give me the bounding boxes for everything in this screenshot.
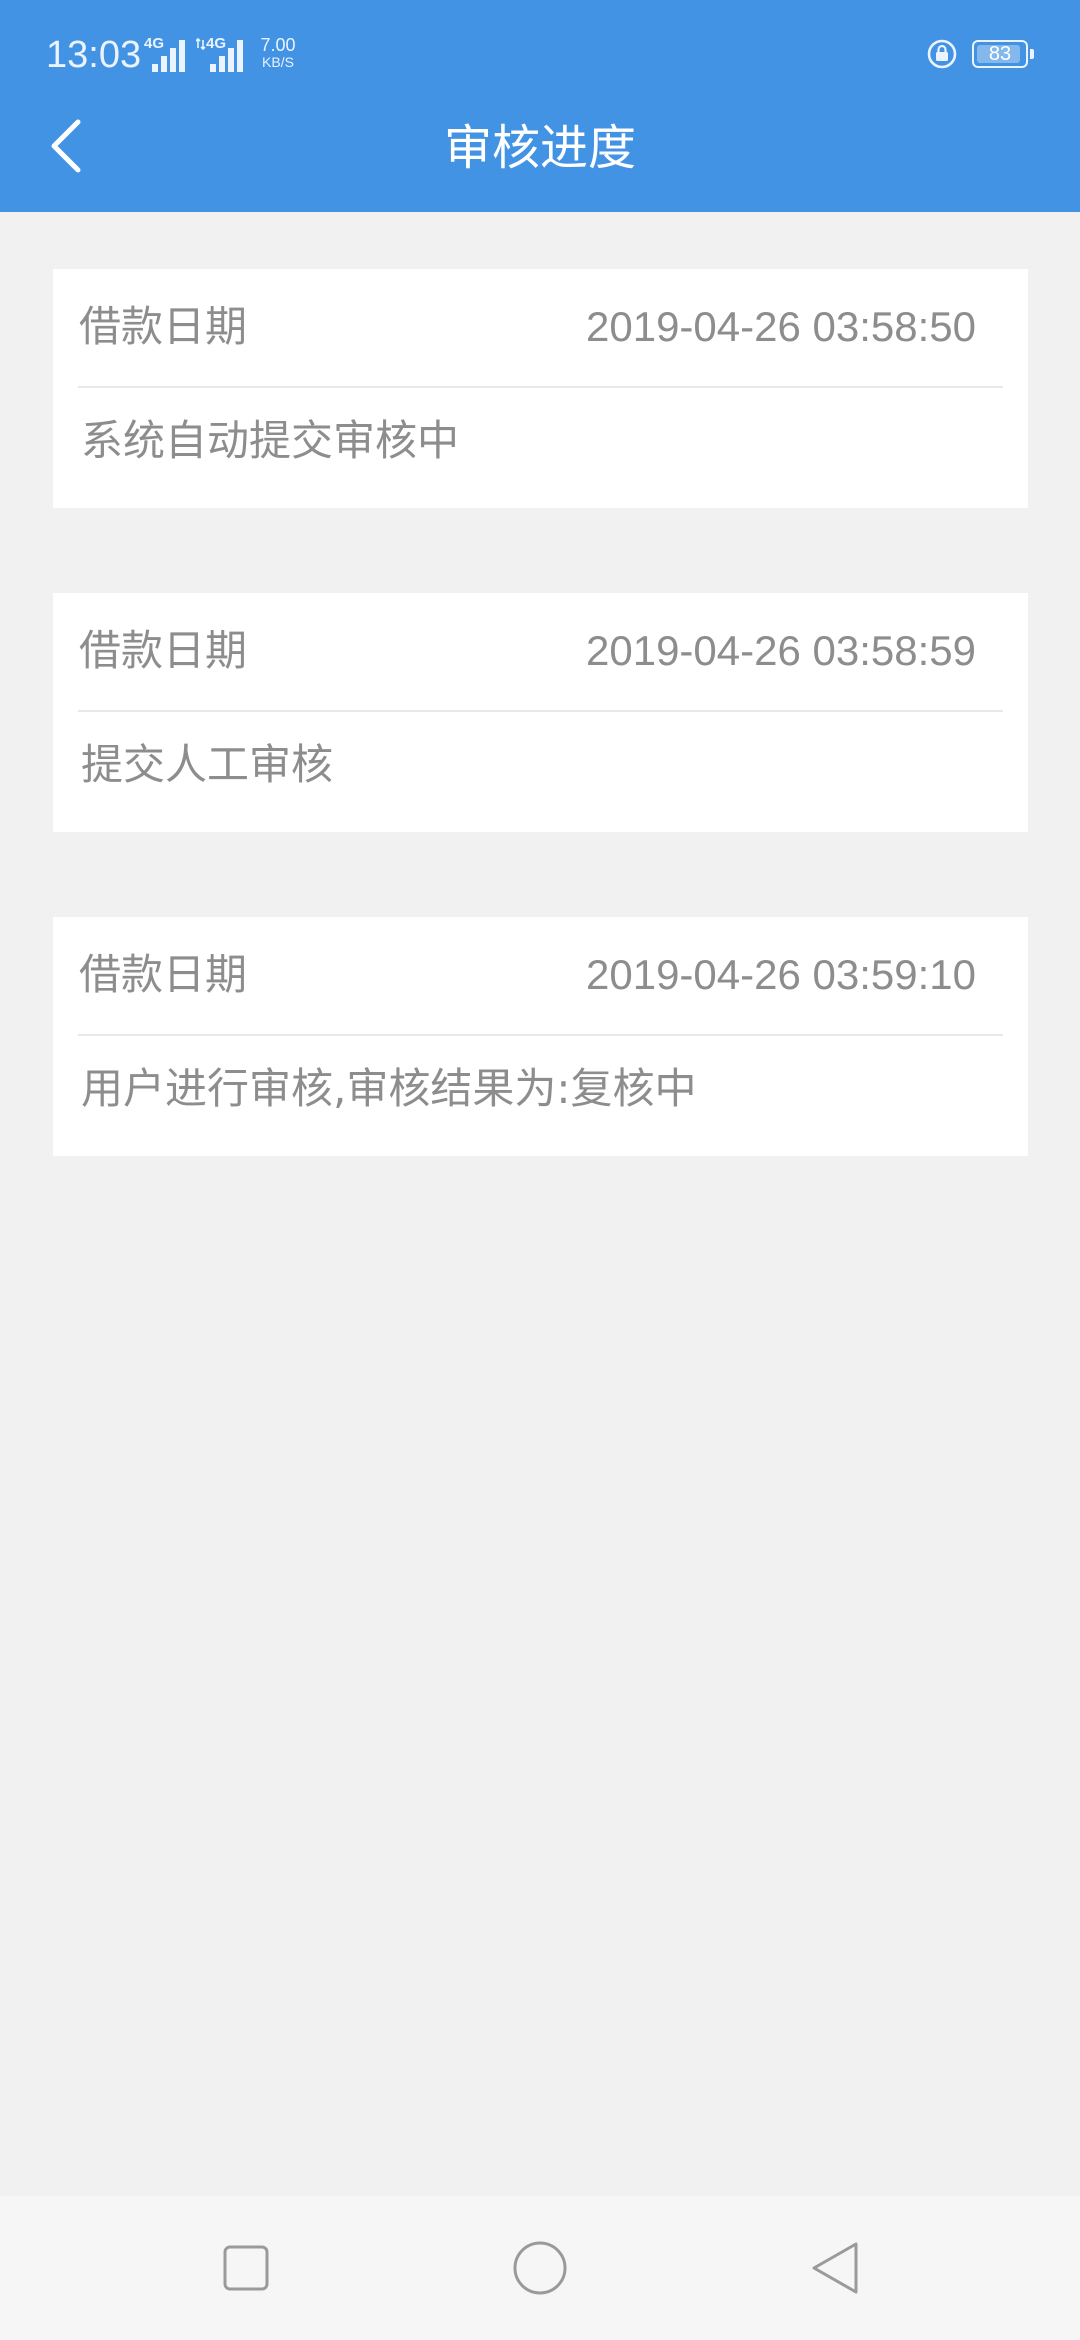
status-time: 13:03 bbox=[46, 34, 142, 76]
signal-icon: 4G bbox=[144, 36, 186, 72]
app-header: 13:03 4G 4G 7.00 KB/S 83 审核进度 bbox=[0, 0, 1080, 212]
battery-level: 83 bbox=[988, 43, 1012, 65]
network-speed-value: 7.00 bbox=[260, 35, 296, 55]
home-circle-icon bbox=[513, 2241, 567, 2295]
record-description: 用户进行审核,审核结果为:复核中 bbox=[81, 1064, 697, 1113]
page-title: 审核进度 bbox=[443, 120, 636, 176]
card-divider bbox=[78, 710, 1003, 712]
record-datetime: 2019-04-26 03:58:50 bbox=[586, 303, 976, 350]
progress-record-card: 借款日期 2019-04-26 03:58:59 提交人工审核 bbox=[53, 593, 1028, 832]
card-divider bbox=[78, 1034, 1003, 1036]
record-datetime: 2019-04-26 03:59:10 bbox=[586, 951, 976, 998]
progress-record-card: 借款日期 2019-04-26 03:59:10 用户进行审核,审核结果为:复核… bbox=[53, 917, 1028, 1156]
record-description: 系统自动提交审核中 bbox=[81, 416, 460, 465]
network-speed-unit: KB/S bbox=[262, 54, 294, 70]
back-nav-button[interactable] bbox=[784, 2218, 884, 2318]
recents-button[interactable] bbox=[196, 2218, 296, 2318]
signal-icon: 4G bbox=[196, 36, 248, 72]
network-speed: 7.00 KB/S bbox=[253, 36, 303, 70]
lock-rotation-icon bbox=[927, 39, 957, 69]
card-divider bbox=[78, 386, 1003, 388]
home-button[interactable] bbox=[490, 2218, 590, 2318]
record-label: 借款日期 bbox=[79, 950, 248, 999]
status-bar: 13:03 4G 4G 7.00 KB/S 83 bbox=[0, 0, 1080, 100]
battery-cap bbox=[1030, 49, 1034, 59]
record-datetime: 2019-04-26 03:58:59 bbox=[586, 627, 976, 674]
battery-icon: 83 bbox=[972, 40, 1028, 68]
record-label: 借款日期 bbox=[79, 302, 248, 351]
recents-square-icon bbox=[223, 2245, 269, 2291]
progress-record-card: 借款日期 2019-04-26 03:58:50 系统自动提交审核中 bbox=[53, 269, 1028, 508]
back-triangle-icon bbox=[812, 2242, 858, 2294]
system-nav-bar bbox=[0, 2196, 1080, 2340]
record-label: 借款日期 bbox=[79, 626, 248, 675]
record-description: 提交人工审核 bbox=[81, 740, 334, 789]
